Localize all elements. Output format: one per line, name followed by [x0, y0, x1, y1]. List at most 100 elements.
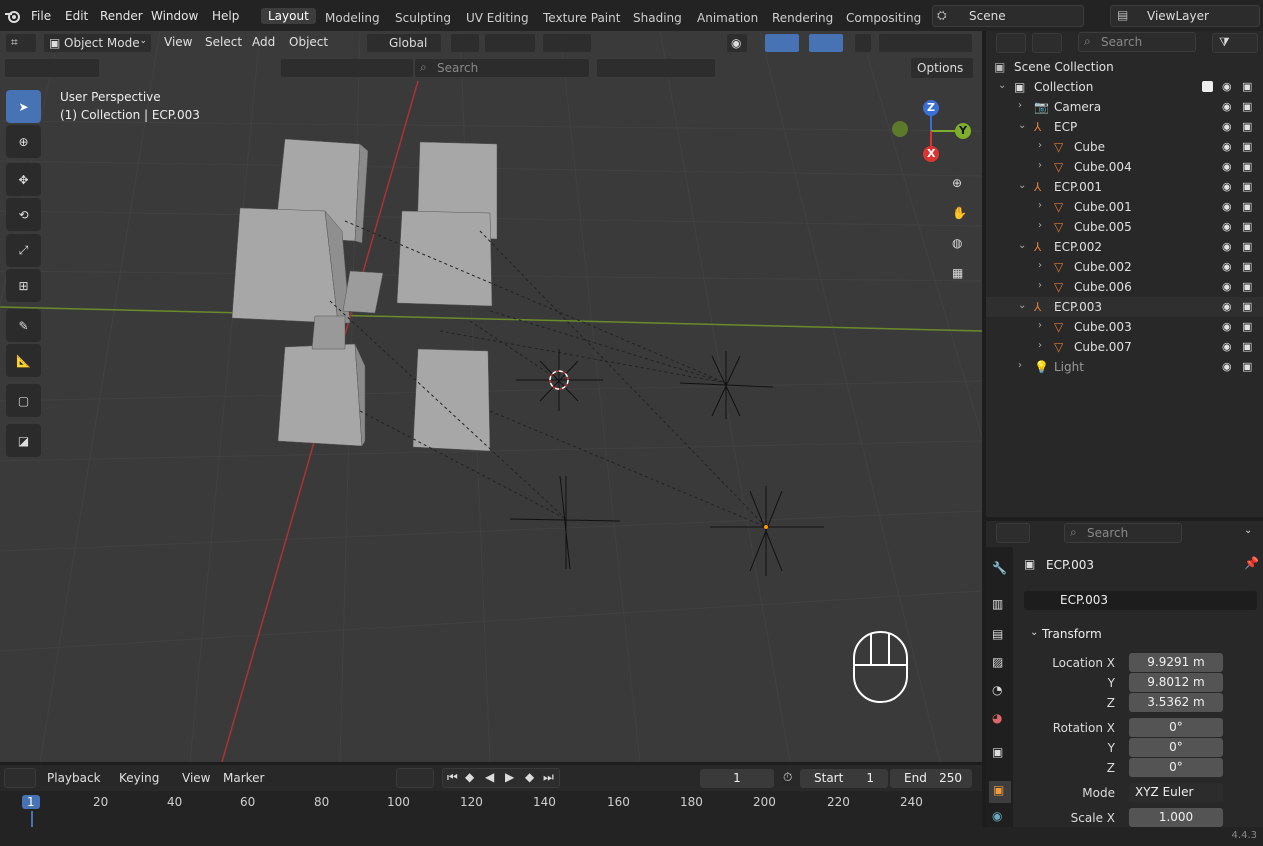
eye-icon[interactable]: ◉	[1222, 320, 1236, 334]
checkbox-icon[interactable]	[1202, 81, 1213, 92]
render-camera-icon[interactable]: ▣	[1242, 140, 1256, 154]
selection-modes[interactable]	[4, 58, 100, 78]
outliner-row[interactable]: › ▽ Cube.005 ◉ ▣	[986, 217, 1263, 237]
render-camera-icon[interactable]: ▣	[1242, 120, 1256, 134]
transform-tool-button[interactable]: ⊞	[6, 269, 41, 302]
menu-render[interactable]: Render	[100, 9, 143, 23]
visibility-button[interactable]: ◉	[726, 33, 748, 53]
expand-chevron-icon[interactable]: ›	[1018, 100, 1022, 111]
menu-help[interactable]: Help	[212, 9, 239, 23]
tool-tab-icon[interactable]: 🔧	[992, 561, 1007, 575]
properties-search[interactable]: Search ⌕	[1064, 523, 1182, 543]
jump-end-icon[interactable]: ⏭	[543, 770, 554, 785]
outliner-row[interactable]: ⌄ ⅄ ECP.002 ◉ ▣	[986, 237, 1263, 257]
visibility-filters[interactable]	[280, 58, 414, 78]
eye-icon[interactable]: ◉	[1222, 200, 1236, 214]
outliner-filter-button[interactable]: ⧩	[1212, 33, 1258, 53]
outliner-row[interactable]: ⌄ ⅄ ECP.001 ◉ ▣	[986, 177, 1263, 197]
render-camera-icon[interactable]: ▣	[1242, 360, 1256, 374]
world-tab-icon[interactable]: ◕	[992, 711, 1002, 725]
move-tool-button[interactable]: ✥	[6, 163, 41, 196]
blender-logo-icon[interactable]	[4, 8, 22, 24]
eye-icon[interactable]: ◉	[1222, 300, 1236, 314]
tab-texture-paint[interactable]: Texture Paint	[543, 11, 620, 25]
menu-timeline-view[interactable]: View	[182, 771, 210, 785]
menu-add[interactable]: Add	[252, 35, 275, 49]
outliner-row[interactable]: ⌄ ▣ Collection ◉ ▣	[986, 77, 1263, 97]
expand-chevron-icon[interactable]: ›	[1038, 140, 1042, 151]
expand-chevron-icon[interactable]: ›	[1038, 260, 1042, 271]
options-button[interactable]: Options	[910, 57, 974, 79]
view-layer-selector[interactable]: ViewLayer ▤	[1110, 5, 1260, 27]
rotation-y-field[interactable]: 0°	[1129, 738, 1223, 757]
render-camera-icon[interactable]: ▣	[1242, 200, 1256, 214]
outliner-row[interactable]: › ▽ Cube ◉ ▣	[986, 137, 1263, 157]
menu-select[interactable]: Select	[205, 35, 242, 49]
snap-button[interactable]	[484, 33, 536, 53]
outliner-row[interactable]: ⌄ ⅄ ECP ◉ ▣	[986, 117, 1263, 137]
measure-tool-button[interactable]: 📐	[6, 344, 41, 377]
mode-selector[interactable]: ▣ Object Mode ⌄	[43, 33, 152, 53]
tab-rendering[interactable]: Rendering	[772, 11, 833, 25]
rotation-z-field[interactable]: 0°	[1129, 758, 1223, 777]
location-z-field[interactable]: 3.5362 m	[1129, 693, 1223, 712]
tab-uv-editing[interactable]: UV Editing	[466, 11, 529, 25]
render-camera-icon[interactable]: ▣	[1242, 260, 1256, 274]
end-frame-field[interactable]: End 250	[890, 769, 972, 788]
menu-playback[interactable]: Playback	[47, 771, 101, 785]
viewport-scene[interactable]	[0, 31, 982, 762]
zoom-icon[interactable]: ⊕	[952, 176, 962, 190]
outliner-search[interactable]: Search ⌕	[1078, 32, 1196, 52]
expand-chevron-icon[interactable]: ⌄	[1018, 240, 1026, 251]
outliner-row[interactable]: › ▽ Cube.001 ◉ ▣	[986, 197, 1263, 217]
start-frame-field[interactable]: Start 1	[800, 769, 888, 788]
outliner-row[interactable]: › ▽ Cube.004 ◉ ▣	[986, 157, 1263, 177]
image-tool-button[interactable]: ◪	[6, 424, 41, 457]
xray-toggle[interactable]	[854, 33, 872, 53]
chevron-down-icon[interactable]: ⌄	[1244, 525, 1252, 536]
output-tab-icon[interactable]: ▤	[992, 627, 1003, 641]
eye-icon[interactable]: ◉	[1222, 120, 1236, 134]
overlay-toggle[interactable]	[808, 33, 844, 53]
filter-buttons[interactable]	[596, 58, 716, 78]
expand-chevron-icon[interactable]: ›	[1038, 320, 1042, 331]
play-reverse-icon[interactable]: ◀	[485, 770, 494, 784]
cursor-tool-button[interactable]: ⊕	[6, 125, 41, 158]
tab-layout[interactable]: Layout	[261, 8, 316, 24]
scale-tool-button[interactable]: ⤢	[6, 234, 41, 267]
add-cube-tool-button[interactable]: ▢	[6, 384, 41, 417]
rotate-tool-button[interactable]: ⟲	[6, 198, 41, 231]
playhead[interactable]	[31, 811, 33, 827]
editor-type-button[interactable]: ⌗	[5, 33, 37, 53]
timeline-editor-type[interactable]	[4, 768, 36, 788]
outliner-row[interactable]: › ▽ Cube.006 ◉ ▣	[986, 277, 1263, 297]
playback-controls[interactable]: ⏮ ◆ ◀ ▶ ◆ ⏭	[442, 768, 560, 788]
scene-selector[interactable]: Scene ⛭	[932, 5, 1084, 27]
outliner-row[interactable]: › ▽ Cube.003 ◉ ▣	[986, 317, 1263, 337]
render-tab-icon[interactable]: ▥	[992, 597, 1003, 611]
outliner-display-mode[interactable]	[1032, 33, 1062, 53]
menu-marker[interactable]: Marker	[223, 771, 264, 785]
tab-modeling[interactable]: Modeling	[325, 11, 380, 25]
transform-panel-title[interactable]: Transform	[1042, 627, 1102, 641]
physics-tab-icon[interactable]: ◉	[992, 809, 1002, 823]
hand-icon[interactable]: ✋	[952, 206, 967, 220]
expand-chevron-icon[interactable]: ›	[1018, 360, 1022, 371]
current-frame-field[interactable]: 1	[700, 769, 774, 788]
scale-x-field[interactable]: 1.000	[1129, 808, 1223, 827]
perspective-grid-icon[interactable]: ▦	[952, 266, 963, 280]
rotation-x-field[interactable]: 0°	[1129, 718, 1223, 737]
viewport-search[interactable]: Search ⌕	[414, 58, 590, 78]
tab-animation[interactable]: Animation	[697, 11, 758, 25]
proportional-edit-button[interactable]	[542, 33, 592, 53]
prev-key-icon[interactable]: ◆	[465, 770, 474, 784]
menu-edit[interactable]: Edit	[65, 9, 88, 23]
chevron-down-icon[interactable]: ⌄	[1030, 627, 1038, 638]
location-y-field[interactable]: 9.8012 m	[1129, 673, 1223, 692]
pin-icon[interactable]: 📌	[1244, 556, 1259, 570]
outliner-row[interactable]: › 💡 Light ◉ ▣	[986, 357, 1263, 377]
outliner-row[interactable]: ⌄ ⅄ ECP.003 ◉ ▣	[986, 297, 1263, 317]
render-camera-icon[interactable]: ▣	[1242, 80, 1256, 94]
render-camera-icon[interactable]: ▣	[1242, 340, 1256, 354]
eye-icon[interactable]: ◉	[1222, 240, 1236, 254]
